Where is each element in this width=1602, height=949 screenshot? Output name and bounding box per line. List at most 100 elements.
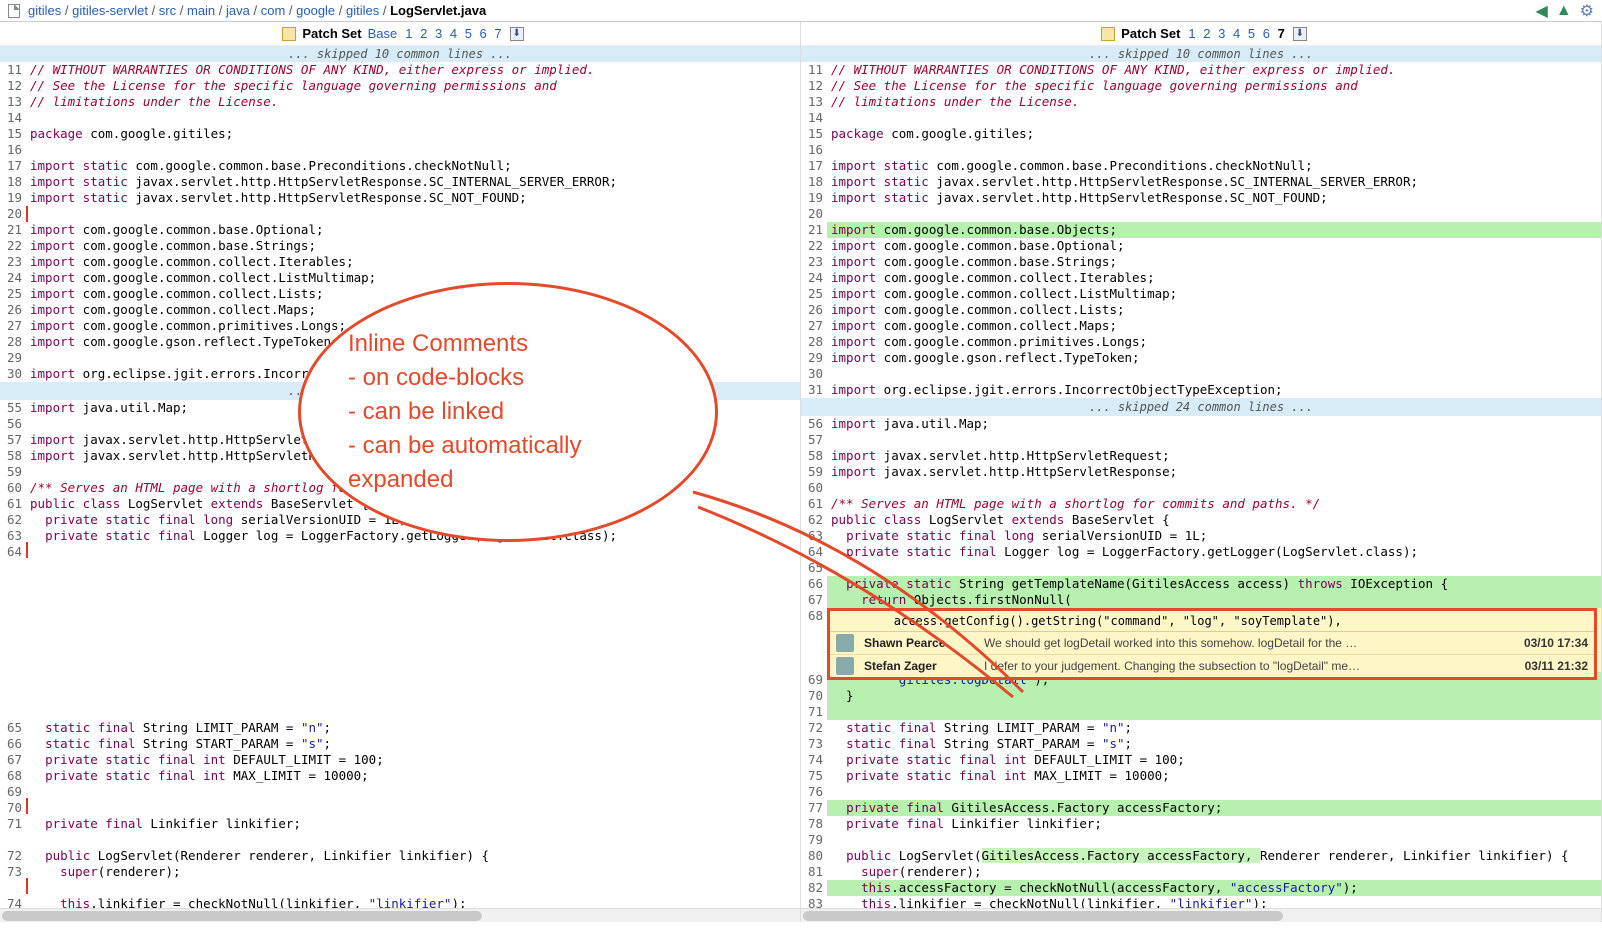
code-row[interactable]: 25 import com.google.common.collect.List… <box>0 286 800 302</box>
breadcrumb-part[interactable]: main <box>187 3 215 18</box>
line-number[interactable]: 68 <box>801 608 827 624</box>
code-text[interactable]: return Objects.firstNonNull( <box>827 592 1601 608</box>
code-text[interactable]: private static final int MAX_LIMIT = 100… <box>26 768 800 784</box>
code-text[interactable] <box>827 784 1601 800</box>
code-text[interactable] <box>26 110 800 126</box>
code-text[interactable]: package com.google.gitiles; <box>827 126 1601 142</box>
line-number[interactable]: 14 <box>0 110 26 126</box>
line-number[interactable]: 11 <box>0 62 26 78</box>
line-number[interactable]: 16 <box>801 142 827 158</box>
code-text[interactable] <box>827 206 1601 222</box>
code-row[interactable]: 82 this.accessFactory = checkNotNull(acc… <box>801 880 1601 896</box>
line-number[interactable]: 18 <box>0 174 26 190</box>
line-number[interactable]: 56 <box>0 416 26 432</box>
code-text[interactable]: // WITHOUT WARRANTIES OR CONDITIONS OF A… <box>26 62 800 78</box>
download-icon[interactable]: ⬇ <box>510 27 524 41</box>
code-text[interactable] <box>26 640 800 656</box>
patchset-num[interactable]: 7 <box>1276 26 1287 41</box>
line-number[interactable]: 57 <box>801 432 827 448</box>
code-row[interactable]: 11 // WITHOUT WARRANTIES OR CONDITIONS O… <box>0 62 800 78</box>
code-text[interactable]: import static javax.servlet.http.HttpSer… <box>26 174 800 190</box>
code-text[interactable]: import com.google.common.primitives.Long… <box>26 318 800 334</box>
code-text[interactable]: private final Linkifier linkifier; <box>827 816 1601 832</box>
code-text[interactable]: import com.google.common.collect.Iterabl… <box>827 270 1601 286</box>
code-text[interactable]: private final Linkifier linkifier; <box>26 816 800 832</box>
code-text[interactable]: import com.google.common.collect.Maps; <box>827 318 1601 334</box>
line-number[interactable]: 18 <box>801 174 827 190</box>
breadcrumb-part[interactable]: gitiles-servlet <box>72 3 148 18</box>
line-number[interactable]: 19 <box>0 190 26 206</box>
line-number[interactable]: 28 <box>801 334 827 350</box>
code-row[interactable]: 62 public class LogServlet extends BaseS… <box>801 512 1601 528</box>
line-number[interactable] <box>0 640 26 656</box>
patchset-num[interactable]: 6 <box>478 26 489 41</box>
code-text[interactable]: private static final long serialVersionU… <box>827 528 1601 544</box>
line-number[interactable]: 17 <box>0 158 26 174</box>
code-text[interactable]: import com.google.common.primitives.Long… <box>827 334 1601 350</box>
code-text[interactable]: this.accessFactory = checkNotNull(access… <box>827 880 1601 896</box>
code-row[interactable]: 56 <box>0 416 800 432</box>
code-text[interactable]: import com.google.common.base.Optional; <box>26 222 800 238</box>
code-text[interactable] <box>827 560 1601 576</box>
code-row[interactable]: 80 public LogServlet(GitilesAccess.Facto… <box>801 848 1601 864</box>
line-number[interactable] <box>0 656 26 672</box>
code-text[interactable]: import javax.servlet.http.HttpServletRes… <box>827 464 1601 480</box>
line-number[interactable]: 68 <box>0 768 26 784</box>
line-number[interactable]: 21 <box>0 222 26 238</box>
patchset-num[interactable]: 3 <box>433 26 444 41</box>
code-text[interactable]: import static javax.servlet.http.HttpSer… <box>26 190 800 206</box>
code-row[interactable] <box>0 576 800 592</box>
code-row[interactable] <box>0 592 800 608</box>
left-scrollbar[interactable] <box>0 908 800 922</box>
line-number[interactable] <box>0 608 26 624</box>
line-number[interactable]: 64 <box>801 544 827 560</box>
code-row[interactable]: 66 private static String getTemplateName… <box>801 576 1601 592</box>
code-row[interactable] <box>0 688 800 704</box>
line-number[interactable]: 15 <box>0 126 26 142</box>
code-row[interactable]: 71 private final Linkifier linkifier; <box>0 816 800 832</box>
patchset-num[interactable]: 1 <box>403 26 414 41</box>
line-number[interactable]: 58 <box>801 448 827 464</box>
code-text[interactable]: import static javax.servlet.http.HttpSer… <box>827 190 1601 206</box>
line-number[interactable]: 23 <box>0 254 26 270</box>
code-text[interactable] <box>827 704 1601 720</box>
code-row[interactable]: 61 /** Serves an HTML page with a shortl… <box>801 496 1601 512</box>
code-text[interactable] <box>827 432 1601 448</box>
line-number[interactable]: 21 <box>801 222 827 238</box>
code-text[interactable]: this.linkifier = checkNotNull(linkifier,… <box>26 896 800 908</box>
line-number[interactable]: 57 <box>0 432 26 448</box>
code-text[interactable]: import com.google.common.collect.Iterabl… <box>26 254 800 270</box>
line-number[interactable]: 62 <box>0 512 26 528</box>
code-row[interactable]: 27 import com.google.common.primitives.L… <box>0 318 800 334</box>
code-text[interactable]: import static javax.servlet.http.HttpSer… <box>827 174 1601 190</box>
code-text[interactable] <box>26 544 800 560</box>
code-row[interactable] <box>0 880 800 896</box>
code-row[interactable]: 67 return Objects.firstNonNull( <box>801 592 1601 608</box>
code-text[interactable]: static final String LIMIT_PARAM = "n"; <box>827 720 1601 736</box>
line-number[interactable]: 75 <box>801 768 827 784</box>
line-number[interactable]: 27 <box>0 318 26 334</box>
code-text[interactable]: super(renderer); <box>26 864 800 880</box>
code-text[interactable]: import com.google.common.base.Optional; <box>827 238 1601 254</box>
code-text[interactable]: public class LogServlet extends BaseServ… <box>827 512 1601 528</box>
code-row[interactable]: 65 static final String LIMIT_PARAM = "n"… <box>0 720 800 736</box>
patchset-num[interactable]: 6 <box>1261 26 1272 41</box>
line-number[interactable]: 22 <box>801 238 827 254</box>
line-number[interactable]: 62 <box>801 512 827 528</box>
code-row[interactable]: 78 private final Linkifier linkifier; <box>801 816 1601 832</box>
code-text[interactable]: import com.google.common.collect.Lists; <box>827 302 1601 318</box>
patchset-num[interactable]: 1 <box>1186 26 1197 41</box>
code-text[interactable] <box>26 592 800 608</box>
gear-icon[interactable]: ⚙ <box>1580 1 1594 21</box>
code-row[interactable]: 21 import com.google.common.base.Optiona… <box>0 222 800 238</box>
line-number[interactable]: 17 <box>801 158 827 174</box>
line-number[interactable]: 29 <box>0 350 26 366</box>
line-number[interactable]: 12 <box>801 78 827 94</box>
line-number[interactable]: 60 <box>0 480 26 496</box>
patchset-num[interactable]: 7 <box>492 26 503 41</box>
code-row[interactable]: 27 import com.google.common.collect.Maps… <box>801 318 1601 334</box>
code-text[interactable] <box>26 624 800 640</box>
code-row[interactable]: 16 <box>801 142 1601 158</box>
code-text[interactable]: import com.google.common.base.Strings; <box>26 238 800 254</box>
code-row[interactable]: 59 <box>0 464 800 480</box>
